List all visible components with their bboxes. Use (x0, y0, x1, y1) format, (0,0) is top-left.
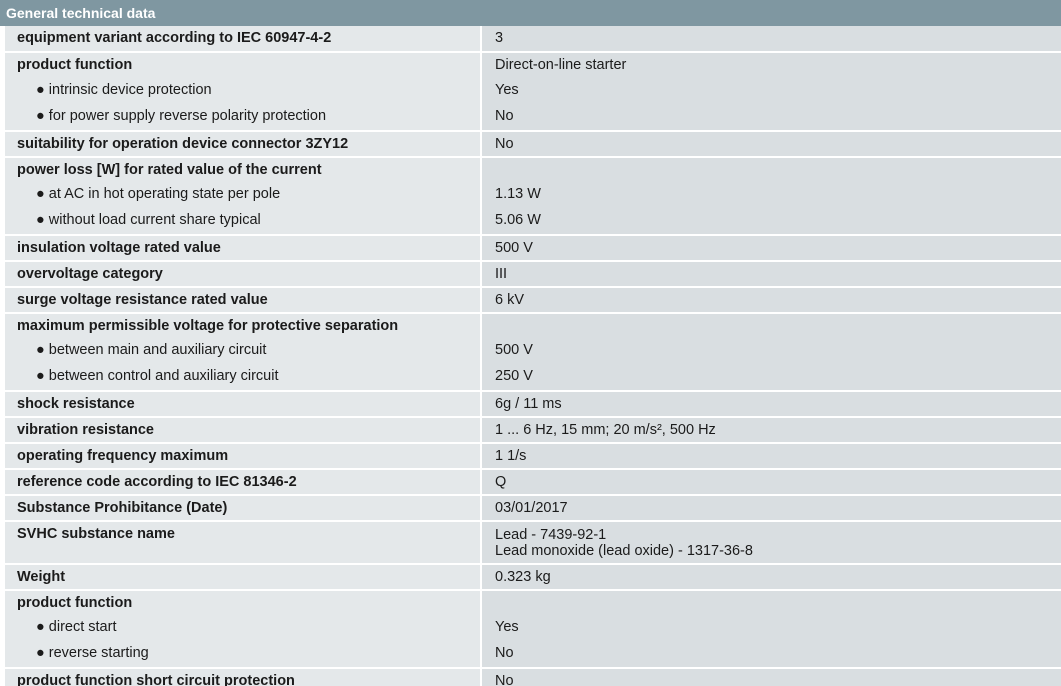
table-row: SVHC substance name Lead - 7439-92-1 Lea… (0, 520, 1061, 563)
table-row: vibration resistance 1 ... 6 Hz, 15 mm; … (0, 416, 1061, 442)
row-value-line: Lead - 7439-92-1 (495, 527, 607, 543)
row-label: ● between control and auxiliary circuit (5, 364, 480, 390)
table-row: product function short circuit protectio… (0, 667, 1061, 686)
row-label: power loss [W] for rated value of the cu… (5, 158, 480, 182)
row-value: 1 1/s (482, 444, 1061, 468)
row-label: maximum permissible voltage for protecti… (5, 314, 480, 338)
row-label: shock resistance (5, 392, 480, 416)
row-value: No (482, 132, 1061, 156)
row-label: ● without load current share typical (5, 208, 480, 234)
table-row: surge voltage resistance rated value 6 k… (0, 286, 1061, 312)
table-row: ● between main and auxiliary circuit 500… (0, 338, 1061, 364)
table-row: power loss [W] for rated value of the cu… (0, 156, 1061, 182)
row-label: product function (5, 591, 480, 615)
row-value: 1 ... 6 Hz, 15 mm; 20 m/s², 500 Hz (482, 418, 1061, 442)
row-label: suitability for operation device connect… (5, 132, 480, 156)
row-label: ● between main and auxiliary circuit (5, 338, 480, 364)
table-row: operating frequency maximum 1 1/s (0, 442, 1061, 468)
row-value: 1.13 W (482, 182, 1061, 208)
row-label: reference code according to IEC 81346-2 (5, 470, 480, 494)
row-value (482, 591, 1061, 615)
row-value-line: Lead monoxide (lead oxide) - 1317-36-8 (495, 543, 753, 559)
row-label: ● intrinsic device protection (5, 78, 480, 104)
row-value: Q (482, 470, 1061, 494)
row-label: ● at AC in hot operating state per pole (5, 182, 480, 208)
row-label: surge voltage resistance rated value (5, 288, 480, 312)
table-row: product function (0, 589, 1061, 615)
section-header: General technical data (0, 0, 1061, 26)
row-label: equipment variant according to IEC 60947… (5, 26, 480, 51)
table-row: maximum permissible voltage for protecti… (0, 312, 1061, 338)
row-value: 500 V (482, 338, 1061, 364)
row-value: 6g / 11 ms (482, 392, 1061, 416)
technical-data-table: equipment variant according to IEC 60947… (0, 26, 1061, 686)
row-label: ● for power supply reverse polarity prot… (5, 104, 480, 130)
row-label: insulation voltage rated value (5, 236, 480, 260)
row-value: 3 (482, 26, 1061, 51)
row-label: operating frequency maximum (5, 444, 480, 468)
table-row: ● without load current share typical 5.0… (0, 208, 1061, 234)
row-label: ● reverse starting (5, 641, 480, 667)
row-label: product function short circuit protectio… (5, 669, 480, 686)
row-value: Yes (482, 78, 1061, 104)
table-row: overvoltage category III (0, 260, 1061, 286)
table-row: shock resistance 6g / 11 ms (0, 390, 1061, 416)
row-value: 6 kV (482, 288, 1061, 312)
row-value: No (482, 669, 1061, 686)
row-label: vibration resistance (5, 418, 480, 442)
row-value: No (482, 104, 1061, 130)
row-value: 500 V (482, 236, 1061, 260)
table-row: product function Direct-on-line starter (0, 51, 1061, 78)
row-label: product function (5, 53, 480, 78)
row-value: 5.06 W (482, 208, 1061, 234)
row-value: 250 V (482, 364, 1061, 390)
table-row: insulation voltage rated value 500 V (0, 234, 1061, 260)
table-row: reference code according to IEC 81346-2 … (0, 468, 1061, 494)
row-value: Lead - 7439-92-1 Lead monoxide (lead oxi… (482, 522, 1061, 563)
table-row: ● for power supply reverse polarity prot… (0, 104, 1061, 130)
table-row: ● reverse starting No (0, 641, 1061, 667)
table-row: Substance Prohibitance (Date) 03/01/2017 (0, 494, 1061, 520)
table-row: ● between control and auxiliary circuit … (0, 364, 1061, 390)
row-label: ● direct start (5, 615, 480, 641)
row-label: overvoltage category (5, 262, 480, 286)
table-row: equipment variant according to IEC 60947… (0, 26, 1061, 51)
row-label: Substance Prohibitance (Date) (5, 496, 480, 520)
row-value: 03/01/2017 (482, 496, 1061, 520)
row-value: Direct-on-line starter (482, 53, 1061, 78)
table-row: ● direct start Yes (0, 615, 1061, 641)
row-label: Weight (5, 565, 480, 589)
row-value: No (482, 641, 1061, 667)
row-label: SVHC substance name (5, 522, 480, 563)
row-value: III (482, 262, 1061, 286)
table-row: ● intrinsic device protection Yes (0, 78, 1061, 104)
row-value (482, 314, 1061, 338)
table-row: Weight 0.323 kg (0, 563, 1061, 589)
row-value (482, 158, 1061, 182)
table-row: ● at AC in hot operating state per pole … (0, 182, 1061, 208)
row-value: Yes (482, 615, 1061, 641)
table-row: suitability for operation device connect… (0, 130, 1061, 156)
row-value: 0.323 kg (482, 565, 1061, 589)
